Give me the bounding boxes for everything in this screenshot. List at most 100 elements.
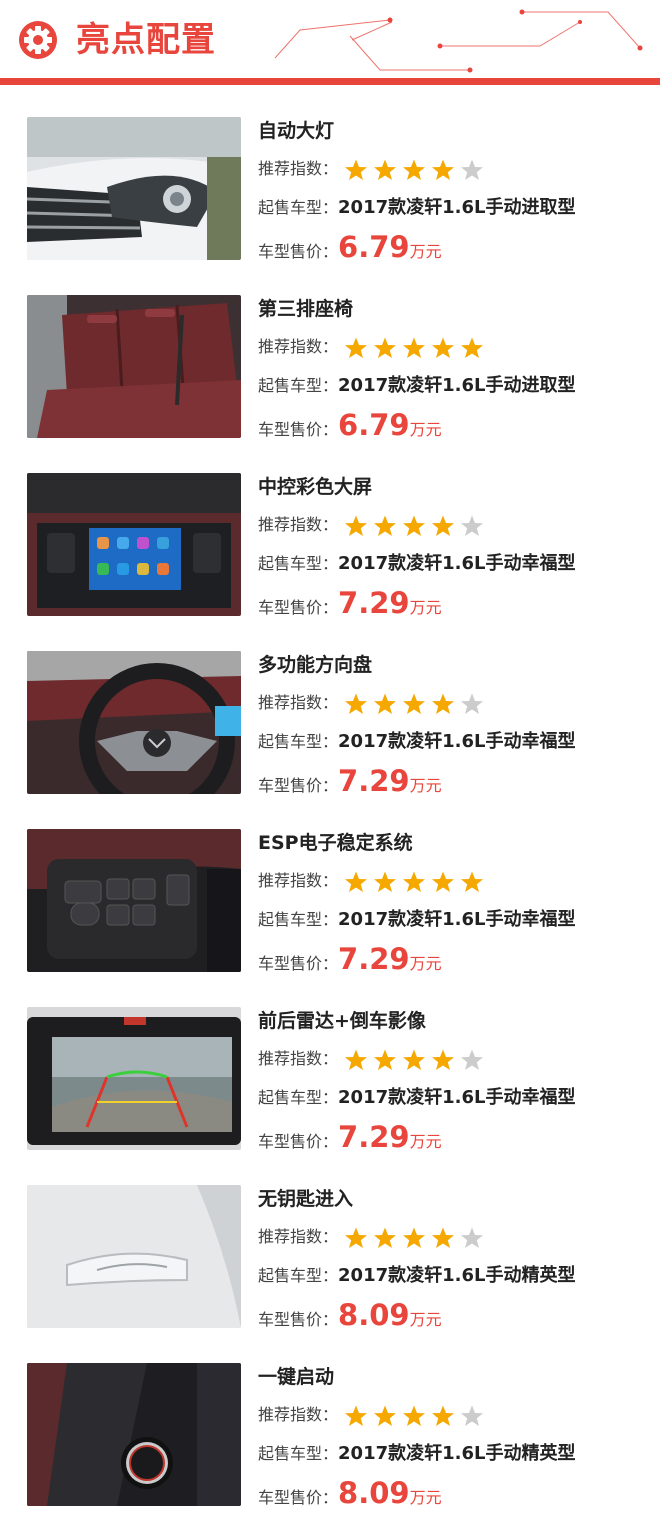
rating-row: 推荐指数： (258, 1403, 489, 1428)
model-value: 2017款凌轩1.6L手动进取型 (338, 375, 576, 396)
feature-title: 前后雷达+倒车影像 (258, 1010, 426, 1032)
star-icon (461, 159, 484, 180)
feature-photo[interactable] (27, 829, 241, 972)
star-icon (461, 1227, 484, 1248)
price-label: 车型售价： (258, 776, 339, 795)
model-label: 起售车型： (258, 1266, 339, 1285)
model-label: 起售车型： (258, 198, 339, 217)
model-row: 起售车型：2017款凌轩1.6L手动进取型 (258, 196, 575, 220)
star-icon (432, 1049, 455, 1070)
price-unit: 万元 (409, 242, 442, 261)
star-icon (345, 1227, 368, 1248)
feature-photo[interactable] (27, 1185, 241, 1328)
star-rating (344, 1403, 489, 1428)
price-unit: 万元 (409, 1310, 442, 1329)
rating-row: 推荐指数： (258, 1225, 489, 1250)
feature-title: 多功能方向盘 (258, 654, 373, 676)
feature-photo[interactable] (27, 651, 241, 794)
star-icon (345, 159, 368, 180)
price-value: 7.29 (338, 1120, 410, 1154)
star-rating (344, 1225, 489, 1250)
price-row: 车型售价：7.29万元 (258, 763, 442, 804)
price-unit: 万元 (409, 420, 442, 439)
rating-row: 推荐指数： (258, 335, 489, 360)
rating-row: 推荐指数： (258, 691, 489, 716)
feature-photo[interactable] (27, 117, 241, 260)
star-icon (432, 1227, 455, 1248)
feature-title: 第三排座椅 (258, 298, 354, 320)
price-row: 车型售价：7.29万元 (258, 585, 442, 626)
feature-card[interactable]: 无钥匙进入 推荐指数： 起售车型：2017款凌轩1.6L手动精英型 车型售价：8.09… (0, 1185, 660, 1332)
model-label: 起售车型： (258, 1444, 339, 1463)
price-unit: 万元 (409, 954, 442, 973)
model-value: 2017款凌轩1.6L手动精英型 (338, 1443, 576, 1464)
model-row: 起售车型：2017款凌轩1.6L手动精英型 (258, 1264, 575, 1288)
model-value: 2017款凌轩1.6L手动幸福型 (338, 731, 576, 752)
feature-card[interactable]: 一键启动 推荐指数： 起售车型：2017款凌轩1.6L手动精英型 车型售价：8.09万… (0, 1363, 660, 1510)
model-label: 起售车型： (258, 554, 339, 573)
feature-card[interactable]: 多功能方向盘 推荐指数： 起售车型：2017款凌轩1.6L手动幸福型车型售价：7.2… (0, 651, 660, 798)
price-unit: 万元 (409, 776, 442, 795)
star-icon (461, 871, 484, 892)
price-value: 6.79 (338, 408, 410, 442)
star-rating (344, 691, 489, 716)
rating-label: 推荐指数： (258, 1049, 339, 1068)
price-unit: 万元 (409, 1488, 442, 1507)
star-rating (344, 157, 489, 182)
star-icon (432, 159, 455, 180)
feature-title: 自动大灯 (258, 120, 335, 142)
model-label: 起售车型： (258, 732, 339, 751)
star-rating (344, 869, 489, 894)
star-icon (403, 1049, 426, 1070)
star-icon (374, 515, 397, 536)
price-value: 7.29 (338, 586, 410, 620)
price-row: 车型售价：7.29万元 (258, 941, 442, 982)
price-unit: 万元 (409, 1132, 442, 1151)
star-icon (374, 1227, 397, 1248)
price-value: 7.29 (338, 764, 410, 798)
price-row: 车型售价：8.09万元 (258, 1297, 442, 1338)
feature-card[interactable]: 第三排座椅 推荐指数： 起售车型：2017款凌轩1.6L手动进取型 车型售价：6.79… (0, 295, 660, 442)
price-label: 车型售价： (258, 954, 339, 973)
feature-photo[interactable] (27, 1363, 241, 1506)
feature-card[interactable]: 中控彩色大屏 推荐指数： 起售车型：2017款凌轩1.6L手动幸福型 车型售价：7.2… (0, 473, 660, 620)
model-value: 2017款凌轩1.6L手动幸福型 (338, 1087, 576, 1108)
feature-photo[interactable] (27, 1007, 241, 1150)
star-icon (374, 871, 397, 892)
star-icon (374, 693, 397, 714)
rating-label: 推荐指数： (258, 693, 339, 712)
model-label: 起售车型： (258, 376, 339, 395)
rating-label: 推荐指数： (258, 871, 339, 890)
header: 亮点配置 (0, 0, 660, 86)
star-icon (461, 337, 484, 358)
star-icon (461, 515, 484, 536)
model-value: 2017款凌轩1.6L手动进取型 (338, 197, 576, 218)
rating-row: 推荐指数： (258, 513, 489, 538)
star-icon (432, 1405, 455, 1426)
star-icon (403, 871, 426, 892)
model-row: 起售车型：2017款凌轩1.6L手动幸福型 (258, 730, 575, 754)
price-value: 8.09 (338, 1476, 410, 1510)
feature-photo[interactable] (27, 295, 241, 438)
star-icon (374, 1405, 397, 1426)
model-row: 起售车型：2017款凌轩1.6L手动进取型 (258, 374, 575, 398)
feature-card[interactable]: 前后雷达+倒车影像 推荐指数： 起售车型：2017款凌轩1.6L手动幸福型 车型售价：… (0, 1007, 660, 1154)
star-rating (344, 513, 489, 538)
feature-card[interactable]: 自动大灯 推荐指数： 起售车型：2017款凌轩1.6L手动进取型 车型售价：6.79万… (0, 117, 660, 264)
price-row: 车型售价：6.79万元 (258, 407, 442, 448)
feature-photo[interactable] (27, 473, 241, 616)
star-icon (345, 1049, 368, 1070)
rating-label: 推荐指数： (258, 515, 339, 534)
rating-row: 推荐指数： (258, 157, 489, 182)
star-icon (461, 1405, 484, 1426)
star-icon (403, 337, 426, 358)
star-icon (345, 693, 368, 714)
star-rating (344, 335, 489, 360)
feature-title: ESP电子稳定系统 (258, 832, 413, 854)
model-row: 起售车型：2017款凌轩1.6L手动幸福型 (258, 1086, 575, 1110)
header-divider (0, 78, 660, 85)
feature-card[interactable]: ESP电子稳定系统 推荐指数： 起售车型：2017款凌轩1.6L手动幸福型 车型售价：… (0, 829, 660, 976)
price-row: 车型售价：8.09万元 (258, 1475, 442, 1516)
gear-icon (19, 21, 57, 59)
star-icon (374, 337, 397, 358)
